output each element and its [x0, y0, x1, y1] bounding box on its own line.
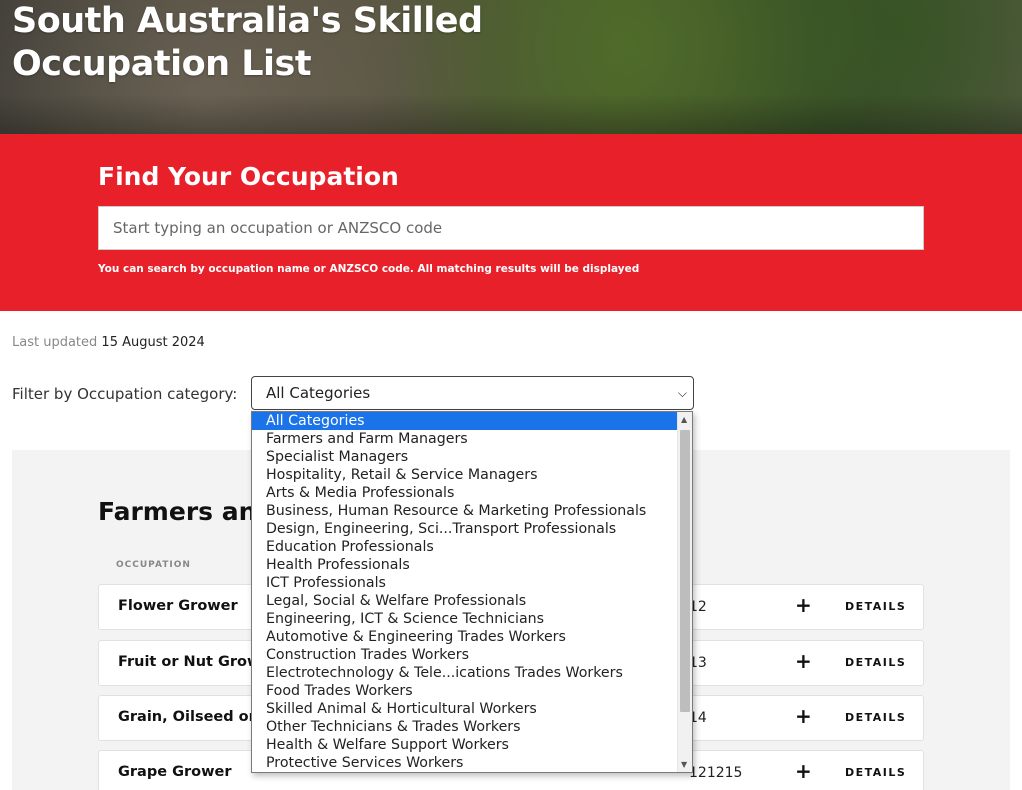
category-filter-value: All Categories: [266, 384, 371, 402]
details-button[interactable]: DETAILS: [845, 711, 906, 724]
plus-icon[interactable]: +: [795, 649, 812, 673]
category-option[interactable]: Legal, Social & Welfare Professionals: [252, 592, 678, 610]
category-option[interactable]: ICT Professionals: [252, 574, 678, 592]
column-header-occupation: OCCUPATION: [116, 560, 191, 570]
anzsco-code: 121215: [689, 765, 743, 781]
page-title: South Australia's Skilled Occupation Lis…: [12, 0, 612, 86]
search-section: Find Your Occupation You can search by o…: [0, 134, 1022, 311]
category-option[interactable]: Electrotechnology & Tele...ications Trad…: [252, 664, 678, 682]
occupation-name: Fruit or Nut Grow: [118, 654, 261, 670]
category-dropdown-list[interactable]: All Categories Farmers and Farm Managers…: [251, 411, 693, 773]
category-filter-select[interactable]: All Categories ⌵: [251, 376, 694, 410]
details-button[interactable]: DETAILS: [845, 656, 906, 669]
category-option[interactable]: Health Professionals: [252, 556, 678, 574]
category-option[interactable]: Farmers and Farm Managers: [252, 430, 678, 448]
category-option[interactable]: Construction Trades Workers: [252, 646, 678, 664]
hero-banner: South Australia's Skilled Occupation Lis…: [0, 0, 1022, 134]
chevron-down-icon: ⌵: [677, 386, 687, 400]
last-updated: Last updated 15 August 2024: [12, 335, 205, 350]
category-option[interactable]: Other Technicians & Trades Workers: [252, 718, 678, 736]
page-title-line-1: South Australia's Skilled: [12, 1, 483, 41]
category-options: All Categories Farmers and Farm Managers…: [252, 412, 678, 772]
category-option[interactable]: Skilled Animal & Horticultural Workers: [252, 700, 678, 718]
last-updated-value: 15 August 2024: [101, 335, 205, 350]
category-option[interactable]: Education Professionals: [252, 538, 678, 556]
category-option[interactable]: Automotive & Engineering Trades Workers: [252, 628, 678, 646]
dropdown-scrollbar[interactable]: ▲ ▼: [677, 412, 692, 772]
category-option[interactable]: Business, Human Resource & Marketing Pro…: [252, 502, 678, 520]
filter-label: Filter by Occupation category:: [12, 385, 238, 403]
category-option[interactable]: Design, Engineering, Sci...Transport Pro…: [252, 520, 678, 538]
details-button[interactable]: DETAILS: [845, 600, 906, 613]
occupation-name: Grain, Oilseed or F: [118, 709, 271, 725]
occupation-name: Grape Grower: [118, 764, 232, 780]
search-heading: Find Your Occupation: [98, 162, 399, 191]
plus-icon[interactable]: +: [795, 593, 812, 617]
category-option[interactable]: Specialist Managers: [252, 448, 678, 466]
category-option[interactable]: Health & Welfare Support Workers: [252, 736, 678, 754]
last-updated-label: Last updated: [12, 335, 98, 350]
scroll-down-icon[interactable]: ▼: [681, 760, 687, 769]
details-button[interactable]: DETAILS: [845, 766, 906, 779]
plus-icon[interactable]: +: [795, 704, 812, 728]
category-option[interactable]: Food Trades Workers: [252, 682, 678, 700]
category-option[interactable]: All Categories: [252, 412, 678, 430]
page-title-line-2: Occupation List: [12, 44, 312, 84]
occupation-name: Flower Grower: [118, 598, 238, 614]
search-hint: You can search by occupation name or ANZ…: [98, 263, 640, 275]
category-option[interactable]: Engineering, ICT & Science Technicians: [252, 610, 678, 628]
category-option[interactable]: Arts & Media Professionals: [252, 484, 678, 502]
category-section-title: Farmers an: [98, 497, 257, 526]
occupation-search-input[interactable]: [98, 206, 924, 250]
scroll-up-icon[interactable]: ▲: [681, 415, 687, 424]
category-option[interactable]: Hospitality, Retail & Service Managers: [252, 466, 678, 484]
plus-icon[interactable]: +: [795, 759, 812, 783]
scrollbar-thumb[interactable]: [680, 430, 690, 712]
category-option[interactable]: Protective Services Workers: [252, 754, 678, 772]
